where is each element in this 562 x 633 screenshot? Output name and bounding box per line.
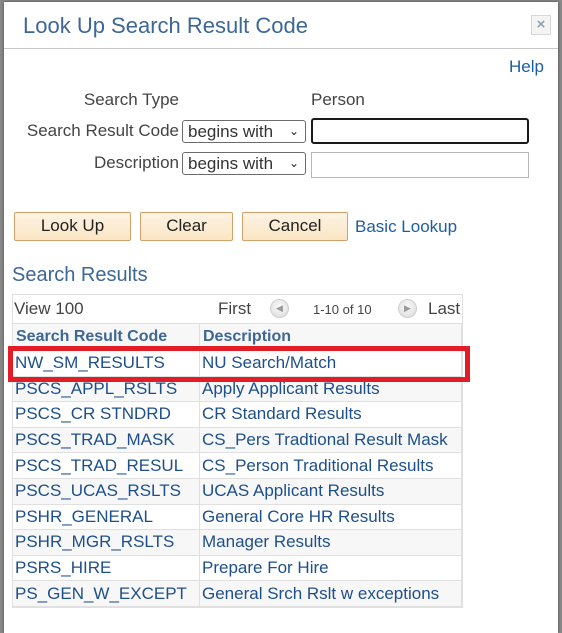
results-grid: View 100 First ◀ 1-10 of 10 ▶ Last Searc… <box>12 294 463 608</box>
table-row[interactable]: PSCS_UCAS_RSLTS UCAS Applicant Results <box>13 478 462 505</box>
table-row[interactable]: PS_GEN_W_EXCEPT General Srch Rslt w excep… <box>13 580 462 607</box>
result-code-link[interactable]: PS_GEN_W_EXCEPT <box>13 580 200 607</box>
close-icon: × <box>536 16 546 33</box>
table-row[interactable]: PSCS_APPL_RSLTS Apply Applicant Results <box>13 376 462 403</box>
result-description-link[interactable]: Apply Applicant Results <box>199 376 462 403</box>
search-result-code-label: Search Result Code <box>26 121 179 140</box>
result-code-link[interactable]: NW_SM_RESULTS <box>13 350 200 377</box>
table-row[interactable]: PSCS_CR STNDRD CR Standard Results <box>13 401 462 428</box>
view-100-link[interactable]: View 100 <box>14 299 84 319</box>
lookup-button[interactable]: Look Up <box>14 212 131 241</box>
previous-button[interactable]: ◀ <box>270 299 289 318</box>
result-description-link[interactable]: CS_Person Traditional Results <box>199 452 462 479</box>
result-description-link[interactable]: Manager Results <box>199 529 462 556</box>
dialog-titlebar: Look Up Search Result Code × <box>4 2 558 49</box>
basic-lookup-link[interactable]: Basic Lookup <box>355 217 457 237</box>
lookup-dialog: Look Up Search Result Code × Help Search… <box>4 2 558 633</box>
grid-nav-bar: View 100 First ◀ 1-10 of 10 ▶ Last <box>13 295 462 324</box>
description-operator-select[interactable]: begins with ⌄ <box>182 152 306 175</box>
close-button[interactable]: × <box>531 15 551 35</box>
chevron-down-icon: ⌄ <box>288 156 299 170</box>
operator-value: begins with <box>188 154 274 173</box>
table-row[interactable]: NW_SM_RESULTS NU Search/Match <box>13 350 462 377</box>
result-description-link[interactable]: General Core HR Results <box>199 504 462 531</box>
row-range: 1-10 of 10 <box>313 302 372 317</box>
table-row[interactable]: PSCS_TRAD_MASK CS_Pers Tradtional Result … <box>13 427 462 454</box>
clear-button[interactable]: Clear <box>140 212 233 241</box>
search-result-code-operator-select[interactable]: begins with ⌄ <box>182 120 306 143</box>
first-link[interactable]: First <box>218 299 251 319</box>
help-link[interactable]: Help <box>509 57 544 77</box>
search-results-title: Search Results <box>12 264 148 286</box>
result-description-link[interactable]: CR Standard Results <box>199 401 462 428</box>
table-row[interactable]: PSHR_MGR_RSLTS Manager Results <box>13 529 462 556</box>
results-table: Search Result Code Description NW_SM_RES… <box>13 324 462 607</box>
description-label: Description <box>93 153 179 172</box>
result-description-link[interactable]: General Srch Rslt w exceptions <box>199 580 462 607</box>
arrow-left-icon: ◀ <box>276 303 283 313</box>
search-result-code-input[interactable] <box>311 118 529 144</box>
search-type-value: Person <box>311 90 365 109</box>
chevron-down-icon: ⌄ <box>288 124 299 138</box>
result-code-link[interactable]: PSCS_APPL_RSLTS <box>13 376 200 403</box>
table-row[interactable]: PSCS_TRAD_RESUL CS_Person Traditional Res… <box>13 452 462 479</box>
result-code-link[interactable]: PSCS_TRAD_MASK <box>13 427 200 454</box>
next-button[interactable]: ▶ <box>398 299 417 318</box>
arrow-right-icon: ▶ <box>404 303 411 313</box>
result-code-link[interactable]: PSHR_MGR_RSLTS <box>13 529 200 556</box>
table-row[interactable]: PSHR_GENERAL General Core HR Results <box>13 504 462 531</box>
result-code-link[interactable]: PSRS_HIRE <box>13 555 200 582</box>
search-type-label: Search Type <box>83 90 179 109</box>
description-input[interactable] <box>311 152 529 178</box>
operator-value: begins with <box>188 122 274 141</box>
result-description-link[interactable]: UCAS Applicant Results <box>199 478 462 505</box>
result-description-link[interactable]: CS_Pers Tradtional Result Mask <box>199 427 462 454</box>
cancel-button[interactable]: Cancel <box>242 212 348 241</box>
column-header-code[interactable]: Search Result Code <box>13 324 200 351</box>
last-link[interactable]: Last <box>428 299 460 319</box>
result-code-link[interactable]: PSCS_CR STNDRD <box>13 401 200 428</box>
result-description-link[interactable]: NU Search/Match <box>199 350 462 377</box>
result-code-link[interactable]: PSCS_TRAD_RESUL <box>13 452 200 479</box>
result-code-link[interactable]: PSHR_GENERAL <box>13 504 200 531</box>
dialog-title: Look Up Search Result Code <box>23 13 308 38</box>
column-header-description[interactable]: Description <box>199 324 462 351</box>
result-description-link[interactable]: Prepare For Hire <box>199 555 462 582</box>
table-header-row: Search Result Code Description <box>13 324 462 351</box>
table-row[interactable]: PSRS_HIRE Prepare For Hire <box>13 555 462 582</box>
result-code-link[interactable]: PSCS_UCAS_RSLTS <box>13 478 200 505</box>
